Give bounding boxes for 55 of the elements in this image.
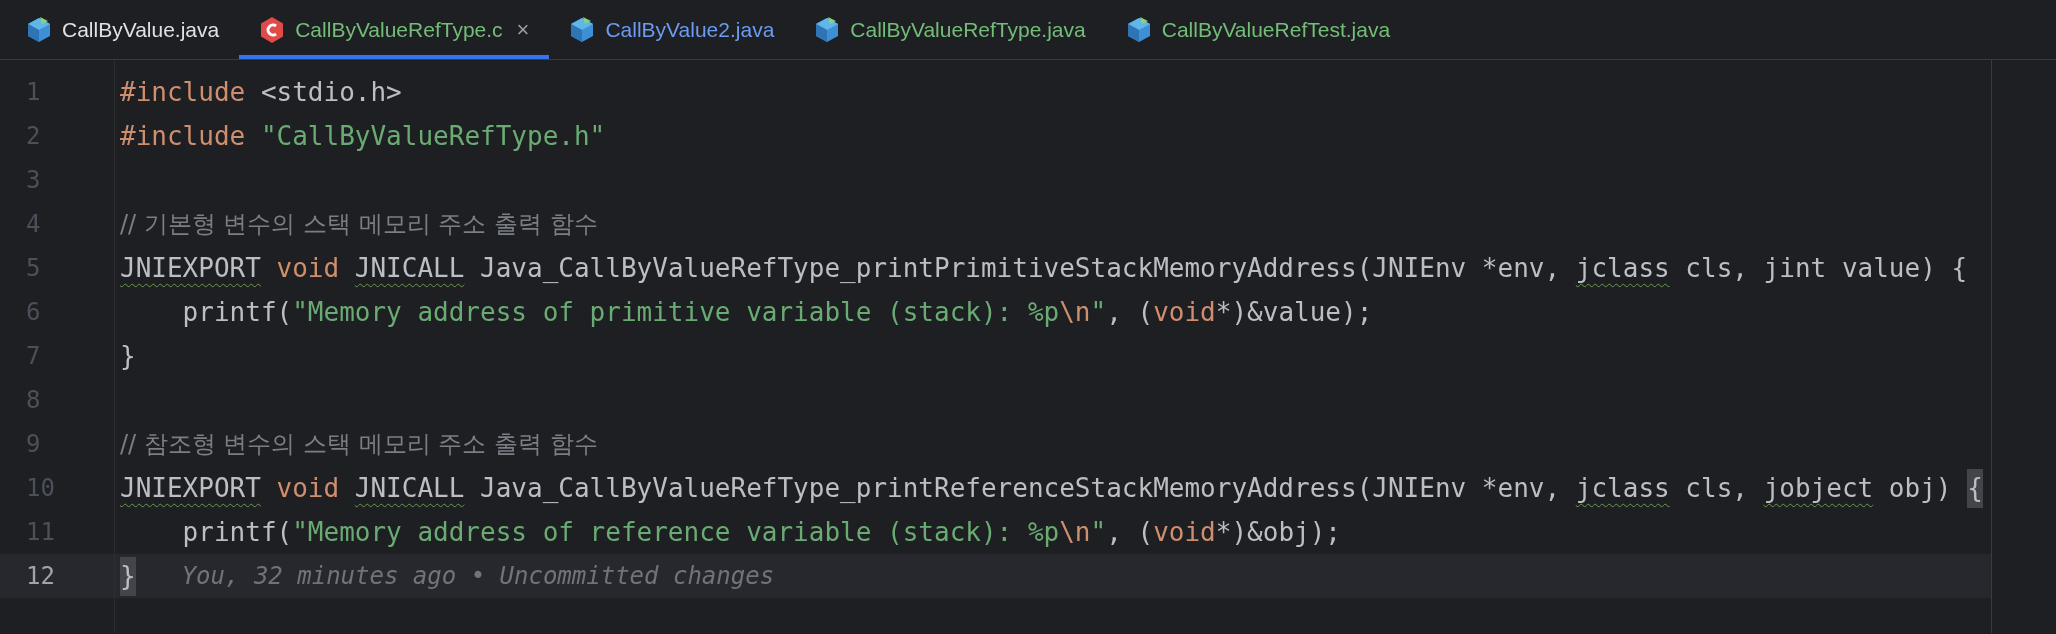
string-token: "	[1090, 295, 1107, 329]
editor-tab[interactable]: CallByValueRefType.c ×	[239, 0, 550, 59]
c-file-icon	[259, 15, 286, 44]
editor-tab[interactable]: CallByValue2.java	[549, 0, 795, 59]
cube-icon	[26, 15, 52, 44]
keyword-token: #include	[120, 119, 246, 153]
matched-brace: }	[120, 556, 136, 596]
code-text: , (	[1106, 295, 1154, 329]
keyword-token: void	[1153, 295, 1216, 329]
blame-hint: You, 32 minutes ago • Uncommitted changes	[181, 561, 775, 592]
code-text: printf(	[181, 295, 293, 329]
warning-token: JNICALL	[354, 251, 465, 285]
code-comment: // 참조형 변수의 스택 메모리 주소 출력 함수	[120, 429, 598, 460]
warning-token: jobject	[1763, 471, 1874, 505]
code-text: Java_CallByValueRefType_printReferenceStackMemoryAddress(JNIEnv *env,	[479, 471, 1562, 505]
tab-label: CallByValueRefType.c	[295, 16, 503, 43]
keyword-token: void	[275, 471, 341, 505]
editor-tab[interactable]: CallByValueRefTest.java	[1105, 0, 1411, 59]
warning-token: JNIEXPORT	[120, 471, 261, 505]
code-text: *)&value);	[1215, 295, 1373, 329]
tab-label: CallByValue.java	[62, 16, 220, 43]
cube-icon	[1125, 15, 1152, 44]
warning-token: JNIEXPORT	[120, 251, 261, 285]
code-text: printf(	[181, 515, 293, 549]
code-text: <stdio.h>	[259, 75, 402, 109]
tab-label: CallByValueRefType.java	[850, 16, 1086, 43]
editor-tab[interactable]: CallByValue.java	[6, 0, 240, 59]
editor-tab[interactable]: CallByValueRefType.java	[794, 0, 1106, 59]
keyword-token: void	[1153, 515, 1216, 549]
warning-token: JNICALL	[354, 471, 465, 505]
tab-label: CallByValue2.java	[605, 16, 775, 43]
string-token: "Memory address of primitive variable (stack): %p	[292, 295, 1060, 329]
tab-label: CallByValueRefTest.java	[1161, 16, 1391, 43]
keyword-token: void	[275, 251, 341, 285]
warning-token: jclass	[1575, 251, 1670, 285]
matched-brace: {	[1967, 468, 1983, 508]
code-text: }	[120, 339, 136, 373]
code-text: obj)	[1887, 471, 1953, 505]
cube-icon	[814, 15, 841, 44]
code-text: cls, jint value) {	[1684, 251, 1968, 285]
code-comment: // 기본형 변수의 스택 메모리 주소 출력 함수	[120, 209, 598, 240]
keyword-token: #include	[120, 75, 246, 109]
close-button[interactable]: ×	[516, 13, 530, 46]
string-token: "Memory address of reference variable (stack): %p	[292, 515, 1060, 549]
cube-icon	[569, 15, 596, 44]
escape-token: \n	[1059, 295, 1091, 329]
warning-token: jclass	[1575, 471, 1670, 505]
escape-token: \n	[1059, 515, 1091, 549]
string-token: "	[1090, 515, 1107, 549]
code-text: , (	[1106, 515, 1154, 549]
line-number: 12	[26, 561, 55, 592]
code-text: cls,	[1684, 471, 1749, 505]
code-text: *)&obj);	[1215, 515, 1341, 549]
code-text: Java_CallByValueRefType_printPrimitiveStackMemoryAddress(JNIEnv *env,	[479, 251, 1562, 285]
string-token: "CallByValueRefType.h"	[259, 119, 606, 153]
